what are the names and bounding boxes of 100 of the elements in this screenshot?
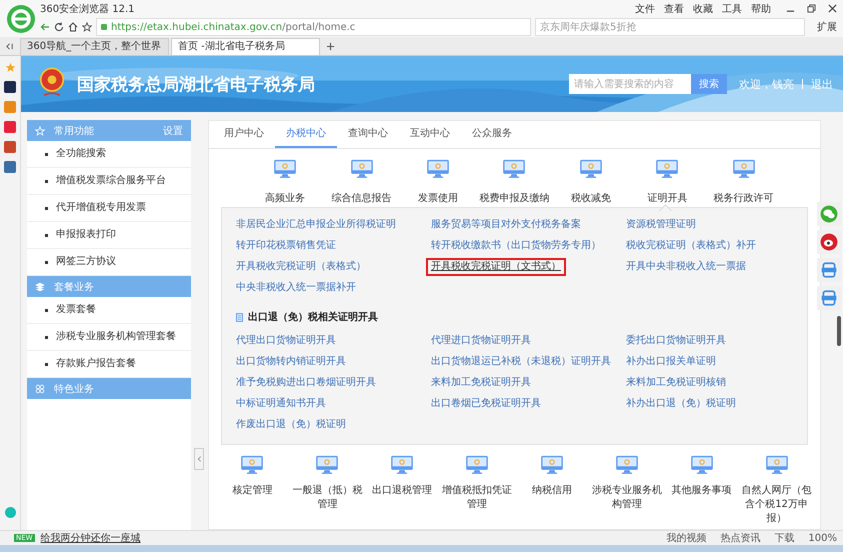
link[interactable]: 转开印花税票销售凭证 [231,237,341,255]
star-icon [35,126,45,136]
link[interactable]: 代理出口货物证明开具 [231,332,341,350]
refresh-icon[interactable] [54,22,64,32]
star-icon[interactable] [82,22,92,32]
monitor-icon [766,455,788,475]
status-item[interactable]: 下载 [774,531,794,545]
section-title: 套餐业务 [54,280,94,294]
service-item[interactable]: 一般退（抵）税管理 [290,455,365,525]
welcome-text: 欢迎，钱亮 [739,76,794,92]
browser-tab[interactable]: 首页 -湖北省电子税务局 [171,38,320,55]
link[interactable]: 出口卷烟已免税证明开具 [426,395,546,413]
link[interactable]: 来料加工免税证明开具 [426,374,536,392]
sidebar-item[interactable]: 涉税专业服务机构管理套餐 [27,324,191,351]
link[interactable]: 非居民企业汇总申报企业所得税证明 [231,216,401,234]
link[interactable]: 服务贸易等项目对外支付税务备案 [426,216,586,234]
link[interactable]: 开具税收完税证明（表格式） [231,258,371,276]
weibo-icon[interactable] [817,230,841,254]
monitor-icon [274,159,296,179]
service-item[interactable]: 其他服务事项 [664,455,740,525]
back-icon[interactable] [40,22,50,32]
tab[interactable]: 公众服务 [461,121,523,148]
link[interactable]: 资源税管理证明 [620,216,701,234]
sidebar-toggle-icon[interactable] [5,42,14,51]
menu-item[interactable]: 工具 [722,2,742,16]
link[interactable]: 开具中央非税收入统一票据 [620,258,751,276]
address-bar[interactable]: https://etax.hubei.chinatax.gov.cn/portal/home.c [96,18,531,36]
new-tab-icon[interactable] [326,42,335,51]
sidebar-item[interactable]: 代开增值税专用发票 [27,195,191,222]
service-item[interactable]: 高频业务 [248,159,322,207]
service-item[interactable]: 税收减免 [554,159,628,207]
link[interactable]: 中标证明通知书开具 [231,395,331,413]
sidebar-item[interactable]: 申报报表打印 [27,222,191,249]
service-item[interactable]: 税费申报及缴纳 [477,159,552,207]
monitor-icon [580,159,602,179]
monitor-icon [391,455,414,475]
service-item[interactable]: 核定管理 [215,455,290,525]
sidebar-item[interactable]: 增值税发票综合服务平台 [27,168,191,195]
link[interactable]: 中央非税收入统一票据补开 [231,279,361,297]
section-title: 常用功能 [54,124,94,138]
star-icon[interactable] [4,62,16,73]
app-icon[interactable] [4,141,16,153]
monitor-icon [350,159,373,179]
menu-item[interactable]: 查看 [664,2,684,16]
browser-search-field[interactable]: 京东周年庆爆款5折抢 [535,18,805,36]
document-icon [236,312,243,322]
tab[interactable]: 查询中心 [337,121,399,148]
link[interactable]: 出口货物转内销证明开具 [231,353,351,371]
link[interactable]: 委托出口货物证明开具 [620,332,731,350]
service-item[interactable]: 增值税抵扣凭证管理 [440,455,514,525]
service-item[interactable]: 纳税信用 [514,455,590,525]
link[interactable]: 开具税收完税证明（文书式） [426,258,566,276]
menu-item[interactable]: 收藏 [693,2,713,16]
sidebar-item[interactable]: 发票套餐 [27,297,191,324]
monitor-icon [616,455,638,475]
link[interactable]: 出口货物退运已补税（未退税）证明开具 [426,353,616,371]
section-title: 出口退（免）税相关证明开具 [248,310,378,324]
link[interactable]: 来料加工免税证明核销 [620,374,731,392]
extensions-button[interactable]: 扩展 [817,20,837,34]
service-item[interactable]: 自然人网厅（包含个税12万申报） [739,455,814,525]
app-icon[interactable] [4,161,16,173]
link[interactable]: 代理进口货物证明开具 [426,332,536,350]
status-item[interactable]: 热点资讯 [720,531,760,545]
app-icon[interactable] [817,286,841,310]
service-item[interactable]: 税务行政许可 [706,159,781,207]
monitor-icon [732,159,755,179]
grid-icon [35,384,45,394]
service-item[interactable]: 综合信息报告 [324,159,399,207]
wechat-icon[interactable] [817,202,841,226]
link[interactable]: 转开税收缴款书（出口货物劳务专用） [426,237,606,255]
search-field[interactable]: 请输入需要搜索的内容 [569,74,691,94]
link[interactable]: 作废出口退（免）税证明 [231,416,351,434]
link[interactable]: 税收完税证明（表格式）补开 [620,237,761,255]
tab[interactable]: 用户中心 [213,121,275,148]
link[interactable]: 准予免税购进出口卷烟证明开具 [231,374,381,392]
app-icon[interactable] [4,81,16,93]
tab[interactable]: 互动中心 [399,121,461,148]
collapse-handle[interactable] [194,448,204,470]
home-icon[interactable] [68,22,78,32]
tab[interactable]: 办税中心 [275,121,337,148]
monitor-icon [466,455,488,475]
link[interactable]: 补办出口报关单证明 [620,353,721,371]
sidebar-item[interactable]: 全功能搜索 [27,141,191,168]
status-item[interactable]: 我的视频 [666,531,706,545]
menu-item[interactable]: 帮助 [751,2,771,16]
service-item[interactable]: 出口退税管理 [364,455,440,525]
zoom-level[interactable]: 100% [808,532,837,544]
service-item[interactable]: 发票使用 [401,159,476,207]
scrollbar-thumb[interactable] [837,316,841,346]
restore-icon[interactable] [807,4,816,13]
news-link[interactable]: 给我两分钟还你一座城 [40,531,141,545]
app-icon[interactable] [817,258,841,282]
service-item[interactable]: 涉税专业服务机构管理 [589,455,664,525]
browser-tab[interactable]: 360导航_一个主页，整个世界 [20,38,169,55]
section-title: 特色业务 [54,382,94,396]
close-icon[interactable] [828,4,837,13]
site-title: 国家税务总局湖北省电子税务局 [77,74,315,96]
monitor-icon [427,159,450,179]
link[interactable]: 补办出口退（免）税证明 [620,395,741,413]
menu-item[interactable]: 文件 [635,2,655,16]
